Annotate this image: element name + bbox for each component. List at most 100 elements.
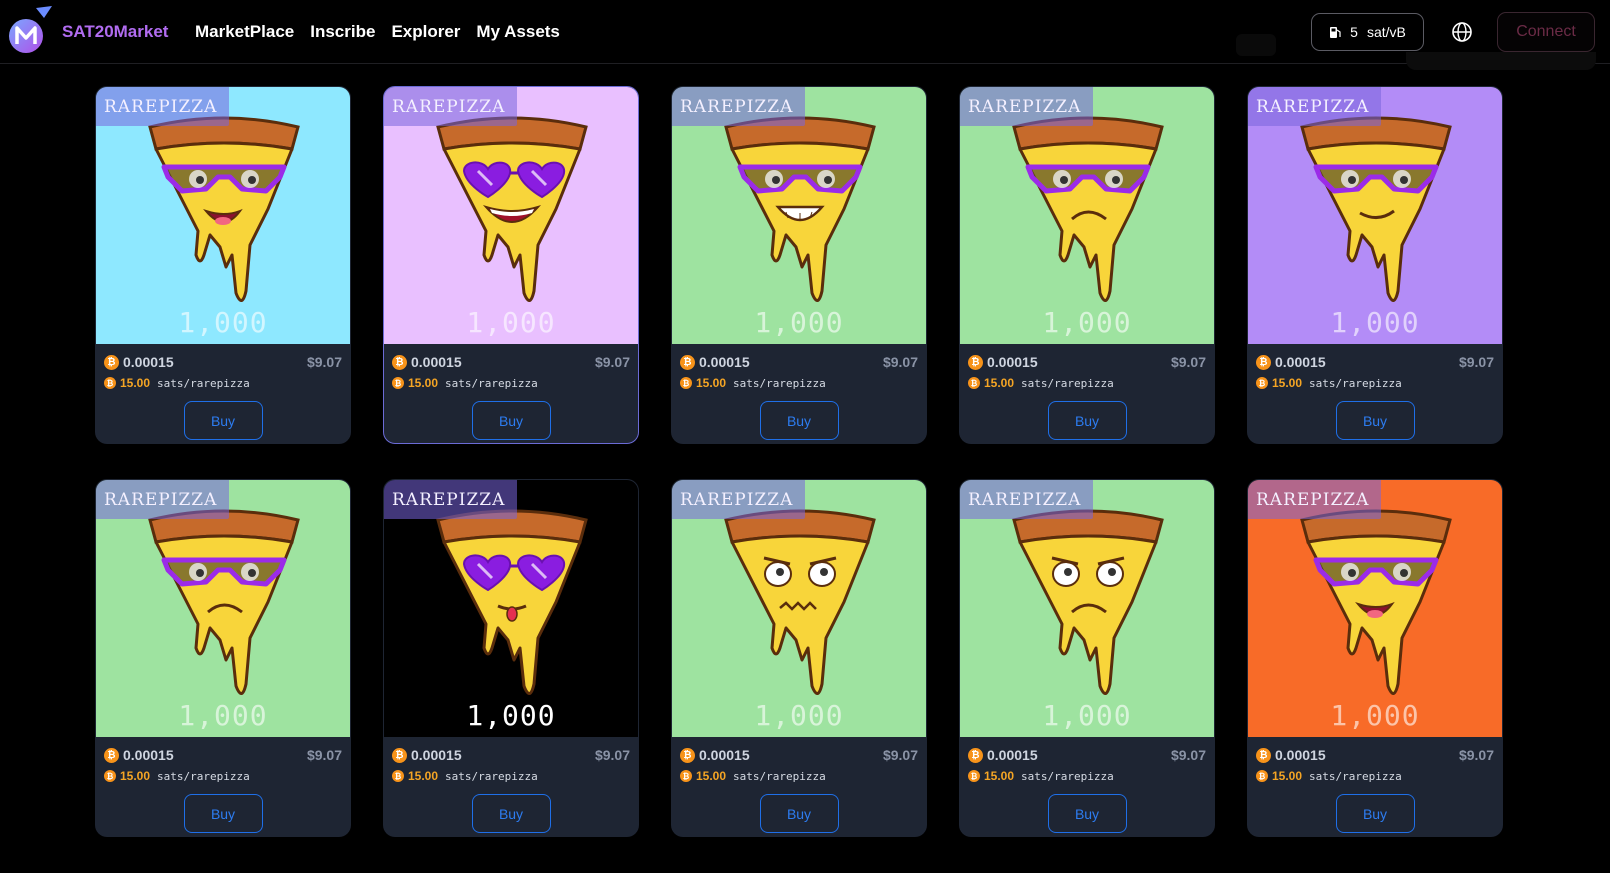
asset-card[interactable]: RAREPIZZA 1,000 ₿ 0.00015 $9.07 ₿ 15.00 … <box>959 479 1215 837</box>
unit-rate: 15.00 <box>1272 769 1303 783</box>
usd-price: $9.07 <box>1458 747 1494 763</box>
unit-rate: 15.00 <box>696 376 727 390</box>
asset-image[interactable]: RAREPIZZA 1,000 <box>96 87 350 344</box>
bitcoin-icon: ₿ <box>680 770 692 782</box>
bitcoin-icon: ₿ <box>968 354 983 370</box>
top-navbar: SAT20Market MarketPlace Inscribe Explore… <box>0 0 1610 70</box>
pizza-artwork <box>1012 116 1164 302</box>
buy-button[interactable]: Buy <box>471 794 551 833</box>
asset-amount: 1,000 <box>178 699 268 732</box>
nav-my-assets[interactable]: My Assets <box>476 22 559 42</box>
buy-button[interactable]: Buy <box>1047 794 1127 833</box>
usd-price: $9.07 <box>594 747 630 763</box>
buy-button[interactable]: Buy <box>1335 401 1415 440</box>
ticker-tag: RAREPIZZA <box>96 480 230 519</box>
asset-card[interactable]: RAREPIZZA 1,000 ₿ 0.00015 $9.07 ₿ 15.00 … <box>1247 479 1503 837</box>
buy-button[interactable]: Buy <box>759 401 839 440</box>
asset-info: ₿ 0.00015 $9.07 ₿ 15.00 sats/rarepizza B… <box>96 737 350 833</box>
nav-inscribe[interactable]: Inscribe <box>310 22 375 42</box>
unit-rate: 15.00 <box>120 769 151 783</box>
asset-grid: RAREPIZZA 1,000 ₿ 0.00015 $9.07 ₿ 15.00 … <box>95 86 1503 837</box>
asset-info: ₿ 0.00015 $9.07 ₿ 15.00 sats/rarepizza B… <box>960 737 1214 833</box>
btc-price: ₿ 0.00015 <box>968 747 1038 763</box>
buy-button[interactable]: Buy <box>471 401 551 440</box>
usd-price: $9.07 <box>882 747 918 763</box>
connect-wallet-button[interactable]: Connect <box>1497 12 1595 52</box>
bitcoin-icon: ₿ <box>680 354 695 370</box>
asset-image[interactable]: RAREPIZZA 1,000 <box>960 87 1214 344</box>
unit-rate: 15.00 <box>984 769 1015 783</box>
btc-price-value: 0.00015 <box>411 354 462 370</box>
nav-marketplace[interactable]: MarketPlace <box>195 22 294 42</box>
unit-rate: 15.00 <box>120 376 151 390</box>
fee-unit: sat/vB <box>1366 24 1406 40</box>
btc-price-value: 0.00015 <box>123 747 174 763</box>
pizza-artwork <box>724 509 876 695</box>
buy-button[interactable]: Buy <box>1335 794 1415 833</box>
pizza-artwork <box>436 116 588 302</box>
asset-image[interactable]: RAREPIZZA 1,000 <box>1248 480 1502 737</box>
bitcoin-icon: ₿ <box>104 377 116 389</box>
asset-image[interactable]: RAREPIZZA 1,000 <box>96 480 350 737</box>
asset-card[interactable]: RAREPIZZA 1,000 ₿ 0.00015 $9.07 ₿ 15.00 … <box>95 479 351 837</box>
asset-amount: 1,000 <box>466 699 556 732</box>
nav-explorer[interactable]: Explorer <box>391 22 460 42</box>
asset-image[interactable]: RAREPIZZA 1,000 <box>672 480 926 737</box>
asset-info: ₿ 0.00015 $9.07 ₿ 15.00 sats/rarepizza B… <box>960 344 1214 440</box>
ticker-tag: RAREPIZZA <box>384 87 518 126</box>
fee-rate-button[interactable]: 5 sat/vB <box>1311 13 1424 51</box>
usd-price: $9.07 <box>882 354 918 370</box>
bitcoin-icon: ₿ <box>1256 747 1271 763</box>
asset-card[interactable]: RAREPIZZA 1,000 ₿ 0.00015 $9.07 ₿ 15.00 … <box>95 86 351 444</box>
unit-rate-label: sats/rarepizza <box>733 769 826 783</box>
asset-card[interactable]: RAREPIZZA 1,000 ₿ 0.00015 $9.07 ₿ 15.00 … <box>383 86 639 444</box>
ticker-tag: RAREPIZZA <box>384 480 518 519</box>
asset-info: ₿ 0.00015 $9.07 ₿ 15.00 sats/rarepizza B… <box>672 737 926 833</box>
globe-icon[interactable] <box>1451 21 1473 43</box>
asset-image[interactable]: RAREPIZZA 1,000 <box>672 87 926 344</box>
ticker-tag: RAREPIZZA <box>672 87 806 126</box>
asset-image[interactable]: RAREPIZZA 1,000 <box>384 480 638 737</box>
pizza-artwork <box>1012 509 1164 695</box>
asset-card[interactable]: RAREPIZZA 1,000 ₿ 0.00015 $9.07 ₿ 15.00 … <box>671 479 927 837</box>
usd-price: $9.07 <box>1458 354 1494 370</box>
btc-price: ₿ 0.00015 <box>104 354 174 370</box>
asset-info: ₿ 0.00015 $9.07 ₿ 15.00 sats/rarepizza B… <box>1248 737 1502 833</box>
unit-rate-label: sats/rarepizza <box>445 769 538 783</box>
asset-image[interactable]: RAREPIZZA 1,000 <box>1248 87 1502 344</box>
unit-rate-label: sats/rarepizza <box>157 376 250 390</box>
asset-amount: 1,000 <box>1330 699 1420 732</box>
asset-card[interactable]: RAREPIZZA 1,000 ₿ 0.00015 $9.07 ₿ 15.00 … <box>959 86 1215 444</box>
btc-price: ₿ 0.00015 <box>104 747 174 763</box>
asset-card[interactable]: RAREPIZZA 1,000 ₿ 0.00015 $9.07 ₿ 15.00 … <box>671 86 927 444</box>
unit-rate: 15.00 <box>408 769 439 783</box>
buy-button[interactable]: Buy <box>1047 401 1127 440</box>
ticker-tag: RAREPIZZA <box>96 87 230 126</box>
asset-image[interactable]: RAREPIZZA 1,000 <box>384 87 638 344</box>
usd-price: $9.07 <box>306 747 342 763</box>
btc-price-value: 0.00015 <box>987 747 1038 763</box>
buy-button[interactable]: Buy <box>183 401 263 440</box>
unit-rate-label: sats/rarepizza <box>1309 769 1402 783</box>
bitcoin-icon: ₿ <box>392 770 404 782</box>
buy-button[interactable]: Buy <box>183 794 263 833</box>
bitcoin-icon: ₿ <box>104 770 116 782</box>
btc-price: ₿ 0.00015 <box>1256 747 1326 763</box>
bitcoin-icon: ₿ <box>104 354 119 370</box>
unit-rate: 15.00 <box>1272 376 1303 390</box>
ticker-tag: RAREPIZZA <box>1248 480 1382 519</box>
asset-card[interactable]: RAREPIZZA 1,000 ₿ 0.00015 $9.07 ₿ 15.00 … <box>383 479 639 837</box>
pizza-artwork <box>724 116 876 302</box>
sat20-logo-icon[interactable] <box>6 6 52 54</box>
brand-name[interactable]: SAT20Market <box>62 22 168 42</box>
pizza-artwork <box>148 509 300 695</box>
asset-amount: 1,000 <box>466 306 556 339</box>
ticker-tag: RAREPIZZA <box>672 480 806 519</box>
bitcoin-icon: ₿ <box>1256 377 1268 389</box>
asset-card[interactable]: RAREPIZZA 1,000 ₿ 0.00015 $9.07 ₿ 15.00 … <box>1247 86 1503 444</box>
asset-image[interactable]: RAREPIZZA 1,000 <box>960 480 1214 737</box>
buy-button[interactable]: Buy <box>759 794 839 833</box>
usd-price: $9.07 <box>306 354 342 370</box>
bitcoin-icon: ₿ <box>1256 770 1268 782</box>
unit-rate-label: sats/rarepizza <box>1309 376 1402 390</box>
